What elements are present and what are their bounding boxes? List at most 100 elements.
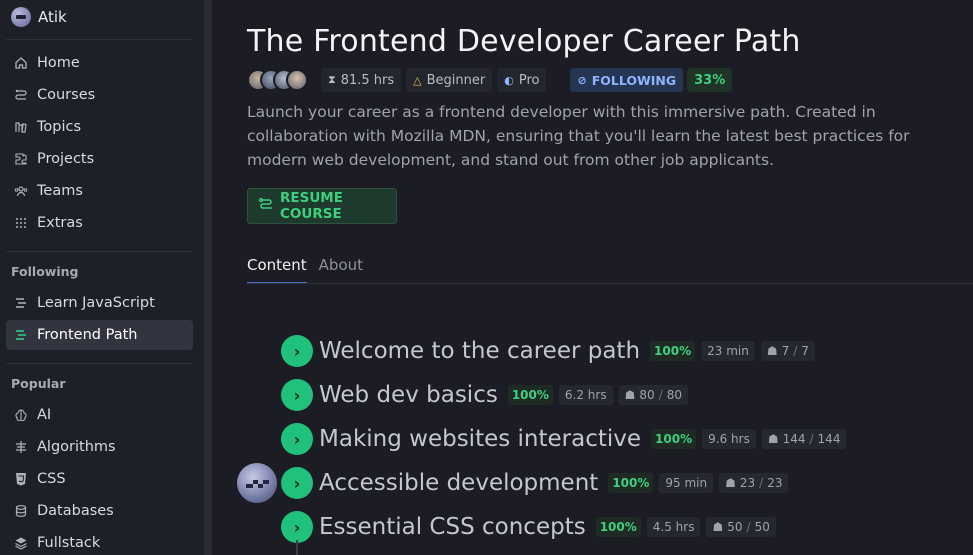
- topics-icon: [14, 120, 28, 134]
- sidebar-item-databases[interactable]: Databases: [6, 496, 193, 526]
- sidebar: Atik Home Courses Topics Projects Teams: [0, 0, 204, 555]
- sidebar-item-projects[interactable]: Projects: [6, 144, 193, 174]
- module-row[interactable]: › Web dev basics 100% 6.2 hrs ☗ 80/80: [281, 379, 694, 411]
- fullstack-icon: [14, 536, 28, 550]
- tab-about[interactable]: About: [319, 256, 363, 283]
- sidebar-item-label: Extras: [37, 215, 83, 231]
- module-title: Accessible development: [319, 470, 599, 496]
- module-row[interactable]: › Accessible development 100% 95 min ☗ 2…: [281, 467, 794, 499]
- module-progress: 100%: [650, 341, 696, 361]
- module-row[interactable]: › Making websites interactive 100% 9.6 h…: [281, 423, 852, 455]
- ghost-icon: ☗: [766, 344, 778, 358]
- module-lesson-count: ☗ 50/50: [706, 517, 776, 537]
- sidebar-item-ai[interactable]: AI: [6, 400, 193, 430]
- progress-badge: 33%: [687, 68, 733, 92]
- path-icon: [14, 328, 28, 342]
- following-toggle[interactable]: ⊘ FOLLOWING: [570, 68, 684, 92]
- page-title: The Frontend Developer Career Path: [247, 24, 801, 59]
- tier-badge: ◐ Pro: [497, 68, 547, 92]
- following-label: FOLLOWING: [591, 72, 677, 88]
- sidebar-item-algorithms[interactable]: Algorithms: [6, 432, 193, 462]
- lessons-total: 144: [817, 432, 841, 446]
- sidebar-item-label: Home: [37, 55, 80, 71]
- module-row[interactable]: › Welcome to the career path 100% 23 min…: [281, 335, 821, 367]
- chevron-right-icon: ›: [281, 379, 313, 411]
- chevron-right-icon: ›: [281, 467, 313, 499]
- extras-icon: [14, 216, 28, 230]
- module-title: Web dev basics: [319, 382, 498, 408]
- module-row[interactable]: › Essential CSS concepts 100% 4.5 hrs ☗ …: [281, 511, 782, 543]
- path-icon: [258, 197, 274, 215]
- sidebar-item-frontend-path[interactable]: Frontend Path: [6, 320, 193, 350]
- sidebar-item-label: Courses: [37, 87, 96, 103]
- user-name: Atik: [38, 8, 67, 26]
- ghost-icon: ☗: [624, 388, 636, 402]
- user-menu[interactable]: Atik: [11, 6, 67, 28]
- module-lesson-count: ☗ 23/23: [719, 473, 789, 493]
- sidebar-item-label: Topics: [37, 119, 82, 135]
- sidebar-item-label: Teams: [37, 183, 83, 199]
- module-duration: 9.6 hrs: [702, 429, 756, 449]
- avatar: [286, 69, 308, 91]
- ghost-icon: ☗: [712, 520, 724, 534]
- ai-icon: [14, 408, 28, 422]
- scrimba-logo-icon[interactable]: [237, 463, 277, 503]
- courses-icon: [14, 88, 28, 102]
- module-duration: 6.2 hrs: [558, 385, 613, 405]
- module-duration: 23 min: [701, 341, 755, 361]
- path-connector: [296, 540, 298, 555]
- module-lesson-count: ☗ 80/80: [618, 385, 688, 405]
- module-progress: 100%: [507, 385, 553, 405]
- sidebar-item-topics[interactable]: Topics: [6, 112, 193, 142]
- level-badge: △ Beginner: [406, 68, 493, 92]
- sidebar-divider: [6, 39, 192, 40]
- duration-value: 81.5 hrs: [340, 72, 395, 88]
- duration-badge: ⧗ 81.5 hrs: [321, 68, 402, 92]
- sidebar-item-home[interactable]: Home: [6, 48, 193, 78]
- module-lesson-count: ☗ 144/144: [761, 429, 847, 449]
- lessons-done: 7: [781, 344, 790, 358]
- sidebar-item-label: Databases: [37, 503, 114, 519]
- module-progress: 100%: [651, 429, 697, 449]
- instructor-avatars[interactable]: [247, 69, 308, 91]
- lessons-total: 7: [801, 344, 809, 358]
- level-value: Beginner: [426, 72, 486, 88]
- chevron-right-icon: ›: [281, 335, 313, 367]
- pro-icon: ◐: [504, 73, 514, 87]
- triangle-icon: △: [413, 73, 422, 87]
- chevron-right-icon: ›: [281, 423, 313, 455]
- resume-course-button[interactable]: RESUME COURSE: [247, 188, 397, 224]
- sidebar-item-css[interactable]: CSS: [6, 464, 193, 494]
- module-title: Making websites interactive: [319, 426, 642, 452]
- algorithms-icon: [14, 440, 28, 454]
- user-avatar: [11, 7, 31, 27]
- sidebar-divider: [6, 363, 192, 364]
- lessons-done: 80: [639, 388, 655, 402]
- sidebar-item-courses[interactable]: Courses: [6, 80, 193, 110]
- lessons-total: 50: [754, 520, 770, 534]
- sidebar-resize-handle[interactable]: [204, 0, 212, 555]
- teams-icon: [14, 184, 28, 198]
- projects-icon: [14, 152, 28, 166]
- sidebar-item-learn-javascript[interactable]: Learn JavaScript: [6, 288, 193, 318]
- lessons-total: 23: [767, 476, 783, 490]
- ghost-icon: ☗: [725, 476, 736, 490]
- ghost-icon: ☗: [767, 432, 779, 446]
- sidebar-item-fullstack[interactable]: Fullstack: [6, 528, 193, 555]
- sidebar-item-label: Fullstack: [37, 535, 101, 551]
- module-progress: 100%: [595, 517, 641, 537]
- sidebar-item-label: AI: [37, 407, 52, 423]
- sidebar-item-teams[interactable]: Teams: [6, 176, 193, 206]
- resume-label: RESUME COURSE: [280, 190, 343, 222]
- lessons-total: 80: [666, 388, 682, 402]
- tab-content[interactable]: Content: [247, 256, 307, 283]
- tab-divider: [247, 283, 973, 284]
- sidebar-item-extras[interactable]: Extras: [6, 208, 193, 238]
- module-title: Welcome to the career path: [319, 338, 641, 364]
- path-icon: [14, 296, 28, 310]
- hourglass-icon: ⧗: [328, 73, 336, 86]
- module-progress: 100%: [608, 473, 654, 493]
- tab-bar: Content About: [247, 256, 363, 283]
- sidebar-item-label: Projects: [37, 151, 95, 167]
- sidebar-item-label: Learn JavaScript: [37, 295, 155, 311]
